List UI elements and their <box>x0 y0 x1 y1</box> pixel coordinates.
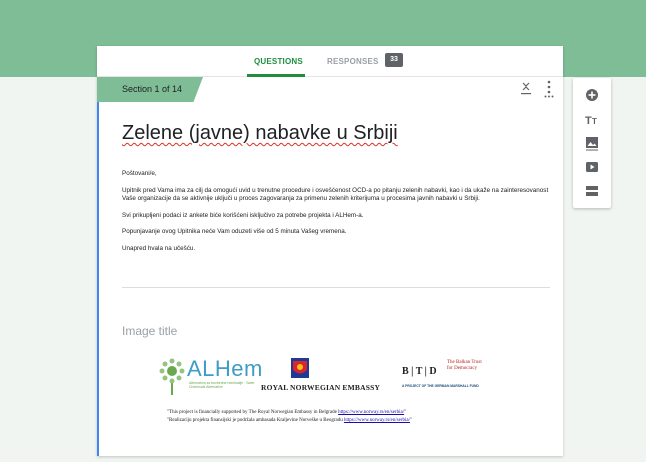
form-card: QUESTIONS RESPONSES 33 Section 1 of 14 Z… <box>97 46 563 456</box>
embassy-name: ROYAL NORWEGIAN EMBASSY <box>261 383 381 392</box>
btd-tagline: A PROJECT OF THE GERMAN MARSHALL FUND <box>402 384 479 388</box>
description-paragraph: Unapred hvala na učešću. <box>122 244 196 252</box>
crest-icon <box>291 358 309 378</box>
description-divider <box>122 287 550 288</box>
description-paragraph: Upitnik pred Vama ima za cilj da omogući… <box>122 186 549 203</box>
caption-link[interactable]: https://www.norway.rs/en/serbia/ <box>338 410 404 415</box>
description-paragraph: Poštovani/e, <box>122 170 157 177</box>
add-video-icon[interactable] <box>583 158 601 176</box>
caption-serbian: "Realizaciju projekta finansijski je pod… <box>167 418 413 423</box>
caption-english: "This project is financially supported b… <box>167 410 407 415</box>
add-image-icon[interactable] <box>583 134 601 152</box>
alhem-tagline: Alternativa za bezbedne hemikalije · Saf… <box>189 381 255 389</box>
svg-text:T: T <box>592 117 597 126</box>
section-content: Zelene (javne) nabavke u Srbiji Poštovan… <box>97 102 563 456</box>
floating-toolbar: T T <box>573 78 611 208</box>
balkan-trust-logo: B | T | D The Balkan Trust for Democracy… <box>402 360 522 400</box>
alhem-name: ALHem <box>187 356 263 381</box>
form-description[interactable]: Poštovani/e, Upitnik pred Vama ima za ci… <box>122 170 552 262</box>
sponsor-logos-image[interactable]: ALHem Alternativa za bezbedne hemikalije… <box>157 354 517 454</box>
norwegian-embassy-logo: ROYAL NORWEGIAN EMBASSY <box>261 358 401 398</box>
alhem-logo: ALHem Alternativa za bezbedne hemikalije… <box>157 354 262 400</box>
section-header: Section 1 of 14 <box>97 77 563 102</box>
sponsor-caption: "This project is financially supported b… <box>167 409 412 425</box>
more-options-icon[interactable] <box>544 80 554 98</box>
caption-link[interactable]: https://www.norway.rs/en/serbia/ <box>344 418 410 423</box>
form-title[interactable]: Zelene (javne) nabavke u Srbiji <box>122 122 398 145</box>
svg-text:T: T <box>585 115 592 127</box>
description-paragraph: Svi prikupljeni podaci iz ankete biće ko… <box>122 211 364 219</box>
form-tabs: QUESTIONS RESPONSES 33 <box>97 46 563 77</box>
tab-questions[interactable]: QUESTIONS <box>254 57 303 66</box>
add-title-icon[interactable]: T T <box>583 110 601 128</box>
image-title-input[interactable]: Image title <box>122 324 177 338</box>
btd-name: The Balkan Trust for Democracy <box>447 360 482 371</box>
description-paragraph: Popunjavanje ovog Upitnika neće Vam oduz… <box>122 228 347 236</box>
collapse-section-icon[interactable] <box>521 82 531 96</box>
add-section-icon[interactable] <box>583 182 601 200</box>
btd-letters: B | T | D <box>402 366 437 377</box>
section-label: Section 1 of 14 <box>97 77 203 102</box>
responses-count-badge: 33 <box>385 53 403 67</box>
tab-responses[interactable]: RESPONSES <box>327 57 379 66</box>
add-question-icon[interactable] <box>583 86 601 104</box>
sunflower-icon <box>159 358 185 395</box>
